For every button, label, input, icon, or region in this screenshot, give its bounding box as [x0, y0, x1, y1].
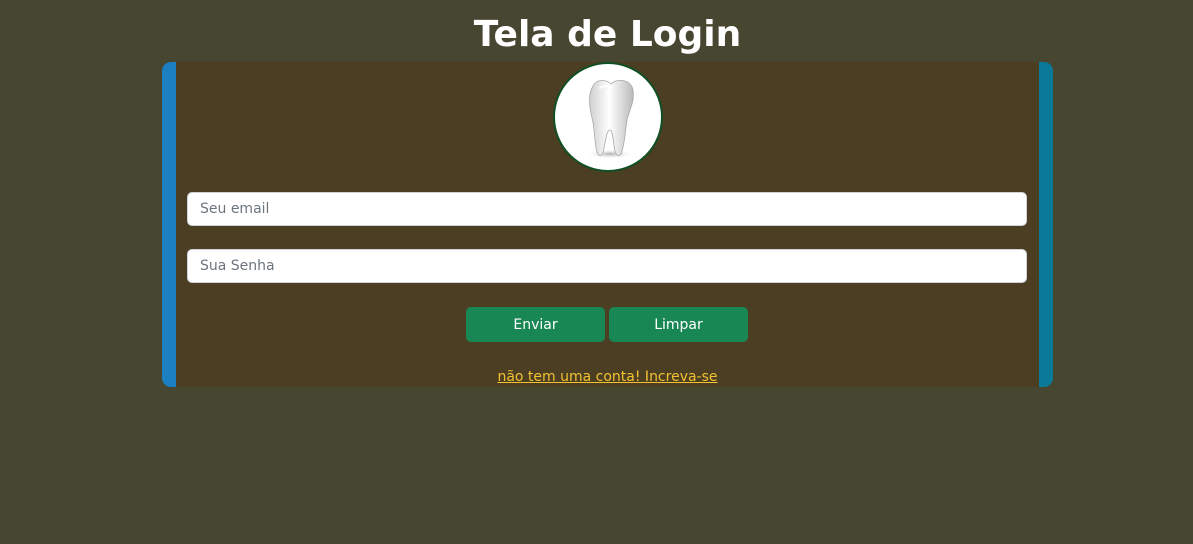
avatar [553, 62, 663, 172]
card-stripe-left [162, 62, 176, 387]
email-field[interactable] [187, 192, 1027, 226]
page-title: Tela de Login [473, 14, 742, 55]
password-field[interactable] [187, 249, 1027, 283]
signup-link[interactable]: não tem uma conta! Increva-se [497, 369, 717, 385]
card-stripe-right [1039, 62, 1053, 387]
submit-button[interactable]: Enviar [466, 307, 605, 342]
clear-button[interactable]: Limpar [609, 307, 748, 342]
tooth-icon [586, 79, 634, 159]
signup-link-container: não tem uma conta! Increva-se [162, 368, 1053, 386]
login-card: Enviar Limpar não tem uma conta! Increva… [162, 62, 1053, 387]
